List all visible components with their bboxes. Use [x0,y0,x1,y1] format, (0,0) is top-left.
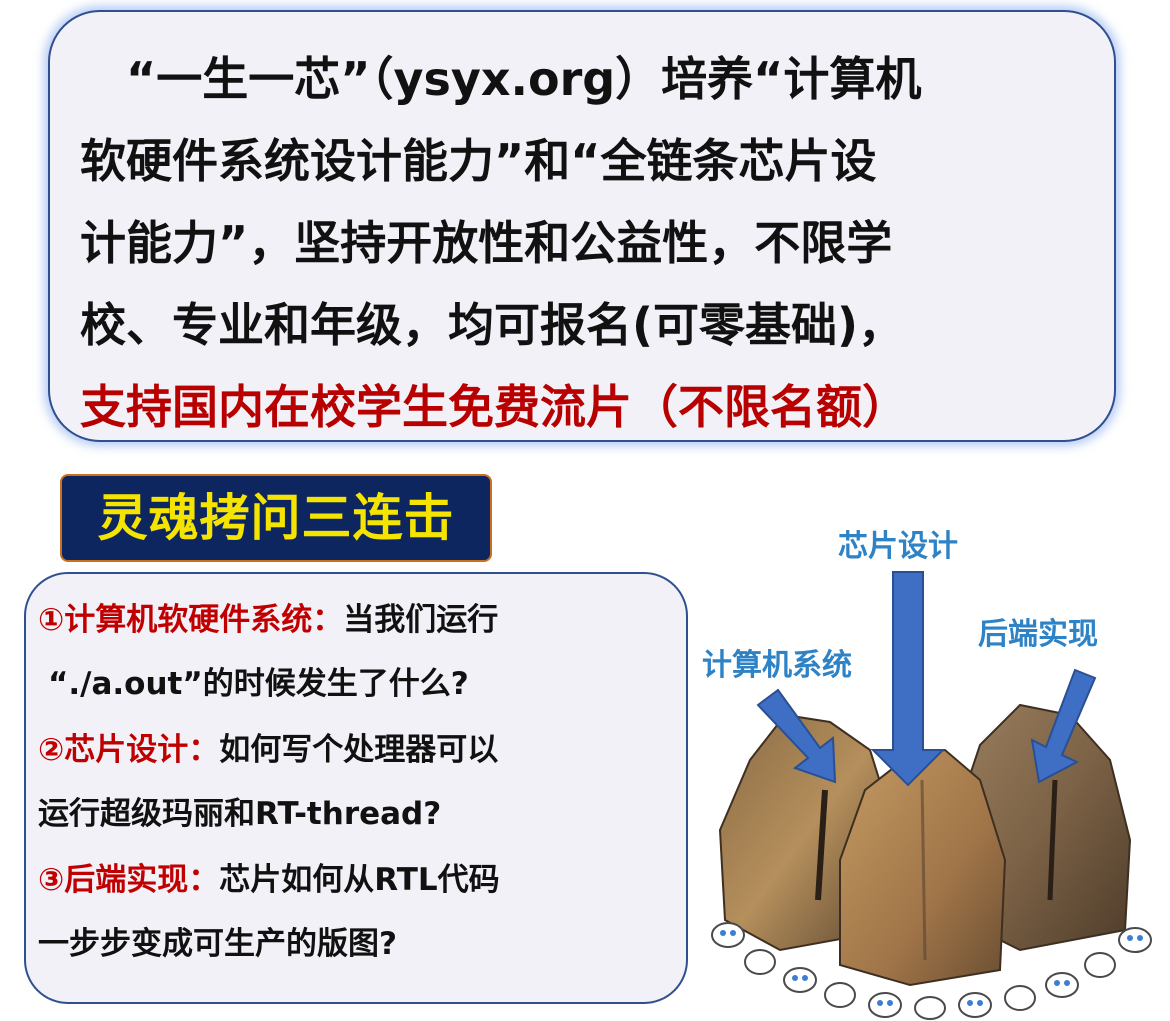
arrow-chip-design [870,571,946,787]
question-2-line-1: ②芯片设计：如何写个处理器可以 [38,718,686,782]
question-3-text-1: 芯片如何从RTL代码 [219,862,500,898]
intro-line-4: 校、专业和年级，均可报名(可零基础)， [80,298,905,352]
label-computer-system: 计算机系统 [702,648,852,683]
intro-line-5-highlight: 支持国内在校学生免费流片（不限名额） [80,380,908,434]
question-3-key: ③后端实现： [38,862,220,898]
question-3-line-2: 一步步变成可生产的版图? [38,926,397,962]
question-2-line-2: 运行超级玛丽和RT-thread? [38,796,442,832]
intro-line-1: “一生一芯”（ysyx.org）培养“计算机 [126,52,922,106]
question-1-line-2: “./a.out”的时候发生了什么? [48,666,469,702]
label-backend: 后端实现 [978,617,1098,652]
question-2-text-1: 如何写个处理器可以 [219,732,499,768]
question-2-key: ②芯片设计： [38,732,220,768]
intro-box: “一生一芯”（ysyx.org）培养“计算机 软硬件系统设计能力”和“全链条芯片… [48,10,1116,442]
question-1-line-1: ①计算机软硬件系统：当我们运行 [38,588,686,652]
label-chip-design: 芯片设计 [838,529,958,564]
intro-line-3: 计能力”，坚持开放性和公益性，不限学 [80,216,893,270]
question-1-text-1: 当我们运行 [343,602,499,638]
questions-box: ①计算机软硬件系统：当我们运行 “./a.out”的时候发生了什么? ②芯片设计… [24,572,688,1004]
question-1-key: ①计算机软硬件系统： [38,602,344,638]
rocks-illustration: 芯片设计 后端实现 计算机系统 [702,529,1152,1020]
question-3-line-1: ③后端实现：芯片如何从RTL代码 [38,848,686,912]
intro-line-2: 软硬件系统设计能力”和“全链条芯片设 [80,134,877,188]
title-banner: 灵魂拷问三连击 [60,474,492,562]
